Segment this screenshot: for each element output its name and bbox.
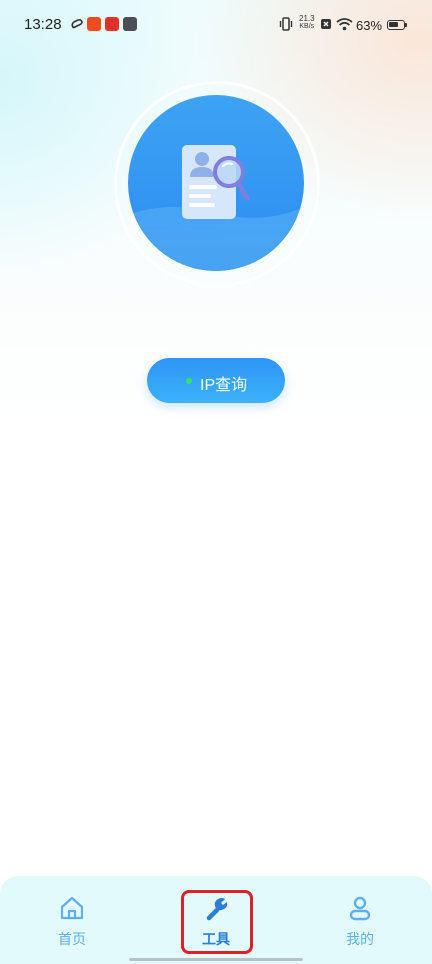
- tab-home[interactable]: 首页: [22, 876, 122, 956]
- app-link-icon: [71, 18, 83, 29]
- battery-cap: [405, 23, 407, 27]
- network-speed: 21.3 KB/s: [299, 15, 315, 31]
- battery-icon: [387, 20, 405, 30]
- selected-tab-highlight: [181, 890, 253, 954]
- home-icon: [60, 896, 84, 920]
- ip-lookup-illustration: [128, 95, 304, 271]
- network-speed-value: 21.3: [299, 14, 315, 23]
- status-bar: 13:28 21.3 KB/s 63%: [0, 0, 432, 52]
- app-notification-icon: [123, 17, 137, 31]
- ip-lookup-button-label: IP查询: [200, 377, 248, 394]
- network-speed-unit: KB/s: [299, 23, 315, 30]
- vibrate-icon: [279, 17, 293, 31]
- ip-lookup-button[interactable]: IP查询: [147, 358, 285, 403]
- tab-profile-label: 我的: [346, 931, 374, 947]
- status-dot: [186, 378, 192, 384]
- no-sim-icon: [321, 19, 331, 29]
- battery-percent: 63%: [356, 18, 383, 33]
- app-notification-icon: [87, 17, 101, 31]
- person-icon: [349, 896, 371, 921]
- app-notification-icon: [105, 17, 119, 31]
- tab-profile[interactable]: 我的: [310, 876, 410, 956]
- status-time: 13:28: [24, 16, 62, 33]
- home-indicator[interactable]: [129, 958, 303, 961]
- tab-home-label: 首页: [58, 931, 86, 947]
- wifi-icon: [336, 18, 353, 31]
- id-card-search-icon: [128, 145, 304, 271]
